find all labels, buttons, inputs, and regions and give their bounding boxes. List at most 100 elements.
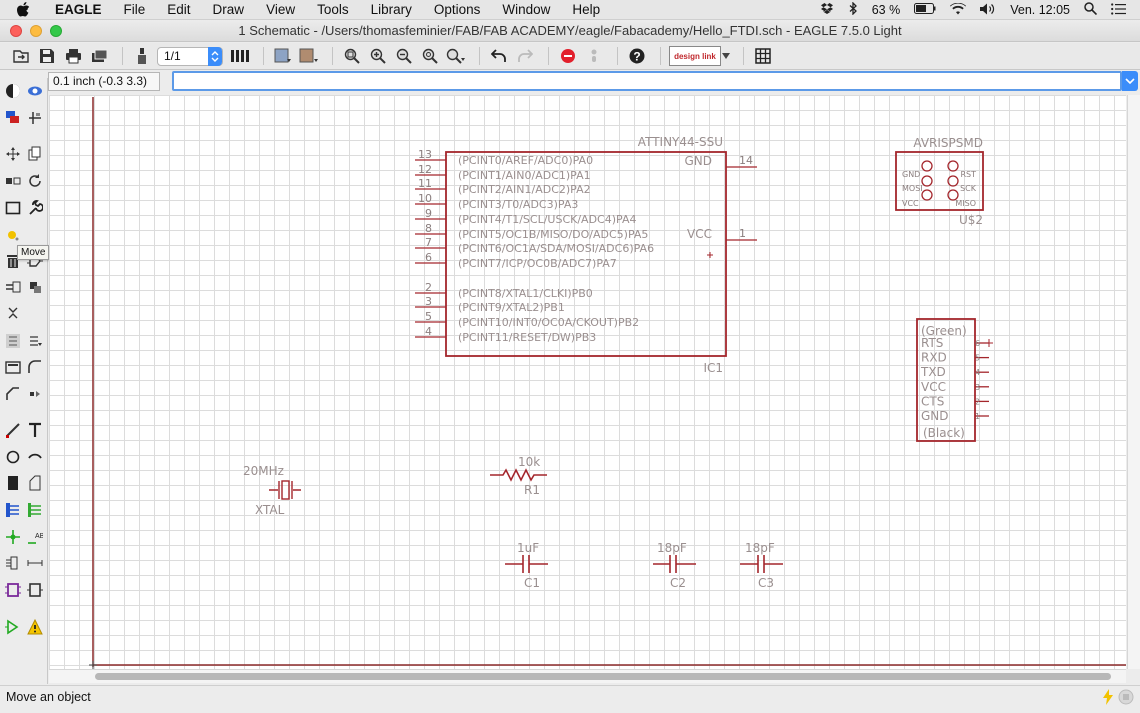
move-icon[interactable] [4, 145, 22, 163]
change-wrench-icon[interactable] [26, 199, 44, 217]
board-switch-icon[interactable] [229, 45, 251, 67]
c2-symbol[interactable]: 18pF C2 [653, 541, 696, 590]
sheet-select[interactable]: 1/1 [157, 46, 223, 66]
stop-indicator-icon[interactable] [1118, 689, 1134, 712]
ic1-symbol[interactable]: ATTINY44-SSU IC1 13 (PCINT0/AREF/ADC0)PA0… [415, 135, 757, 375]
gateswap-icon[interactable] [26, 278, 44, 296]
menu-tools[interactable]: Tools [306, 0, 360, 20]
lightning-icon[interactable] [1102, 689, 1114, 712]
mirror-icon[interactable] [4, 172, 22, 190]
mark-icon[interactable] [26, 109, 44, 127]
c3-symbol[interactable]: 18pF C3 [740, 541, 783, 590]
script-icon[interactable] [272, 45, 294, 67]
spotlight-search-icon[interactable] [1084, 2, 1098, 18]
menu-library[interactable]: Library [360, 0, 423, 20]
bus-icon[interactable] [4, 501, 22, 519]
label-icon[interactable]: AB [26, 528, 44, 546]
net-icon[interactable] [26, 501, 44, 519]
attribute-icon[interactable] [4, 554, 22, 572]
bluetooth-icon[interactable] [849, 1, 858, 18]
notification-center-icon[interactable] [1111, 2, 1126, 18]
zoom-in-icon[interactable] [367, 45, 389, 67]
xtal-symbol[interactable]: 20MHz XTAL [243, 464, 301, 517]
copy-icon[interactable] [26, 145, 44, 163]
battery-icon[interactable] [914, 3, 936, 17]
replace-icon[interactable] [4, 332, 22, 350]
close-window-button[interactable] [10, 25, 22, 37]
arc-icon[interactable] [26, 448, 44, 466]
horizontal-scroll-thumb[interactable] [95, 673, 1111, 680]
command-history-dropdown[interactable] [1122, 71, 1138, 91]
avrisp-symbol[interactable]: AVRISPSMD U$2 GND MOSI VCC RST SCK MISO [895, 136, 984, 227]
split-icon[interactable] [4, 304, 22, 322]
ic1-pin-number: 13 [418, 148, 432, 161]
xtal-crystal [281, 480, 290, 500]
main-toolbar: 1/1 ? design link [0, 43, 1140, 70]
menu-draw[interactable]: Draw [202, 0, 256, 20]
miter-icon[interactable] [4, 385, 22, 403]
show-icon[interactable] [26, 82, 44, 100]
menu-view[interactable]: View [255, 0, 306, 20]
frame-icon[interactable] [4, 581, 22, 599]
menu-app-name[interactable]: EAGLE [44, 0, 113, 20]
c1-symbol[interactable]: 1uF C1 [505, 541, 548, 590]
go-icon[interactable] [583, 45, 605, 67]
stop-icon[interactable] [557, 45, 579, 67]
r1-symbol[interactable]: 10k R1 [490, 455, 547, 497]
rotate-icon[interactable] [26, 172, 44, 190]
menu-file[interactable]: File [113, 0, 157, 20]
undo-icon[interactable] [488, 45, 510, 67]
menu-help[interactable]: Help [561, 0, 611, 20]
wire-icon[interactable] [4, 421, 22, 439]
menu-window[interactable]: Window [491, 0, 561, 20]
rectangle-icon[interactable] [4, 474, 22, 492]
menu-edit[interactable]: Edit [156, 0, 201, 20]
name-icon[interactable] [26, 332, 44, 350]
pinswap-icon[interactable] [4, 278, 22, 296]
dimension-icon[interactable] [26, 554, 44, 572]
horizontal-scrollbar[interactable] [49, 669, 1126, 683]
wifi-icon[interactable] [950, 2, 967, 18]
value-icon[interactable] [4, 358, 22, 376]
design-link-button[interactable]: design link [669, 46, 721, 66]
group-icon[interactable] [4, 199, 22, 217]
command-line-input[interactable] [172, 71, 1122, 91]
dropbox-icon[interactable] [820, 2, 835, 18]
apple-icon[interactable] [16, 2, 30, 17]
menubar-clock[interactable]: Ven. 12:05 [1010, 3, 1070, 17]
display-layers-icon[interactable] [4, 109, 22, 127]
print-icon[interactable] [62, 45, 84, 67]
minimize-window-button[interactable] [30, 25, 42, 37]
design-link-dropdown-icon[interactable] [721, 45, 731, 67]
sheet-icon[interactable] [131, 45, 153, 67]
split-wire-icon[interactable] [26, 385, 44, 403]
paste-icon[interactable] [4, 226, 22, 244]
zoom-out-icon[interactable] [393, 45, 415, 67]
circle-icon[interactable] [4, 448, 22, 466]
cam-processor-icon[interactable] [88, 45, 110, 67]
zoom-window-button[interactable] [50, 25, 62, 37]
schematic-canvas[interactable]: ATTINY44-SSU IC1 13 (PCINT0/AREF/ADC0)PA0… [49, 95, 1126, 669]
warning-icon[interactable] [26, 618, 44, 636]
frame-alt-icon[interactable] [26, 581, 44, 599]
junction-icon[interactable] [4, 528, 22, 546]
menu-options[interactable]: Options [423, 0, 492, 20]
volume-icon[interactable] [980, 3, 996, 18]
zoom-fit-icon[interactable] [341, 45, 363, 67]
save-icon[interactable] [36, 45, 58, 67]
zoom-redraw-icon[interactable] [419, 45, 441, 67]
ftdi-header-symbol[interactable]: (Green) (Black) RTS 6RXD 5TXD 4VCC 3CTS 2GND 1 [916, 318, 993, 442]
redo-icon[interactable] [514, 45, 536, 67]
grid-icon[interactable] [752, 45, 774, 67]
erc-icon[interactable] [4, 618, 22, 636]
vertical-scrollbar[interactable] [1127, 95, 1140, 669]
polygon-icon[interactable] [26, 474, 44, 492]
help-icon[interactable]: ? [626, 45, 648, 67]
info-icon[interactable] [4, 82, 22, 100]
text-icon[interactable] [26, 421, 44, 439]
smash-icon[interactable] [26, 358, 44, 376]
open-file-icon[interactable] [10, 45, 32, 67]
ulp-icon[interactable] [298, 45, 320, 67]
zoom-select-icon[interactable] [445, 45, 467, 67]
sheet-select-arrow[interactable] [208, 46, 222, 66]
